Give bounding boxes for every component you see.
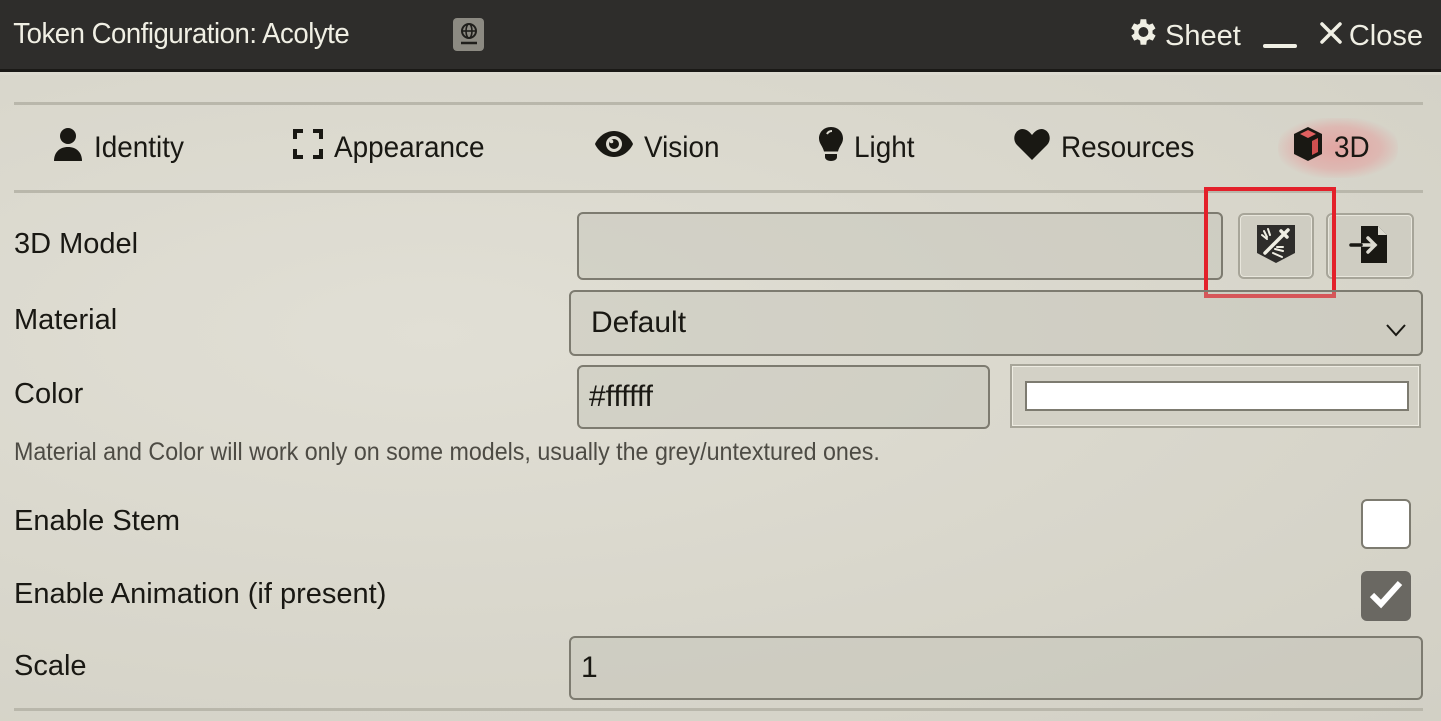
tab-label: 3D [1334,131,1370,164]
window-header[interactable]: Token Configuration: Acolyte Sheet Close [0,0,1441,72]
tab-light[interactable]: Light [818,120,919,176]
tab-identity[interactable]: Identity [52,120,191,176]
sheet-button[interactable]: Sheet [1125,15,1241,57]
divider-top [14,102,1423,105]
enable-stem-label: Enable Stem [14,505,181,537]
material-selected: Default [591,306,687,339]
tab-vision[interactable]: Vision [594,120,725,176]
color-label: Color [14,378,84,410]
enable-animation-label: Enable Animation (if present) [14,578,387,610]
cube-icon [1292,126,1324,170]
minimize-button[interactable] [1262,24,1297,48]
tab-label: Light [854,131,915,164]
gear-icon [1125,15,1159,57]
tab-label: Vision [644,131,720,164]
model-label: 3D Model [14,228,139,260]
close-icon [1319,20,1343,53]
color-swatch [1025,381,1409,411]
tab-label: Identity [94,131,184,164]
minimize-icon [1262,44,1297,48]
lightbulb-icon [818,126,844,170]
checkmark-icon [1368,579,1404,613]
user-icon [52,127,84,169]
material-select[interactable]: Default [569,290,1423,356]
model-path-input[interactable] [577,212,1223,280]
close-label: Close [1348,19,1423,52]
tab-label: Appearance [334,131,485,164]
color-picker[interactable] [1010,364,1421,428]
tab-label: Resources [1061,131,1195,164]
eye-icon [594,129,634,167]
color-hex-input[interactable]: #ffffff [577,365,990,429]
material-color-hint: Material and Color will work only on som… [14,438,880,466]
tab-resources[interactable]: Resources [1013,120,1204,176]
scale-label: Scale [14,650,87,682]
divider-bottom [14,708,1423,711]
file-picker-button[interactable] [1326,213,1414,279]
close-button[interactable]: Close [1319,20,1423,53]
material-label: Material [14,304,118,336]
window-title: Token Configuration: Acolyte [13,18,350,50]
highlight-annotation [1204,187,1336,298]
expand-icon [292,128,324,168]
enable-stem-checkbox[interactable] [1361,499,1411,549]
scale-input[interactable]: 1 [569,636,1423,700]
tab-bar: Identity Appearance Vision Light Resourc… [0,118,1441,178]
heart-icon [1013,127,1051,169]
globe-document-icon[interactable] [453,18,484,51]
file-import-icon [1349,223,1391,269]
tab-3d[interactable]: 3D [1277,118,1399,178]
sheet-label: Sheet [1165,19,1241,52]
tab-appearance[interactable]: Appearance [292,120,496,176]
enable-animation-checkbox[interactable] [1361,571,1411,621]
chevron-down-icon [1385,312,1407,346]
